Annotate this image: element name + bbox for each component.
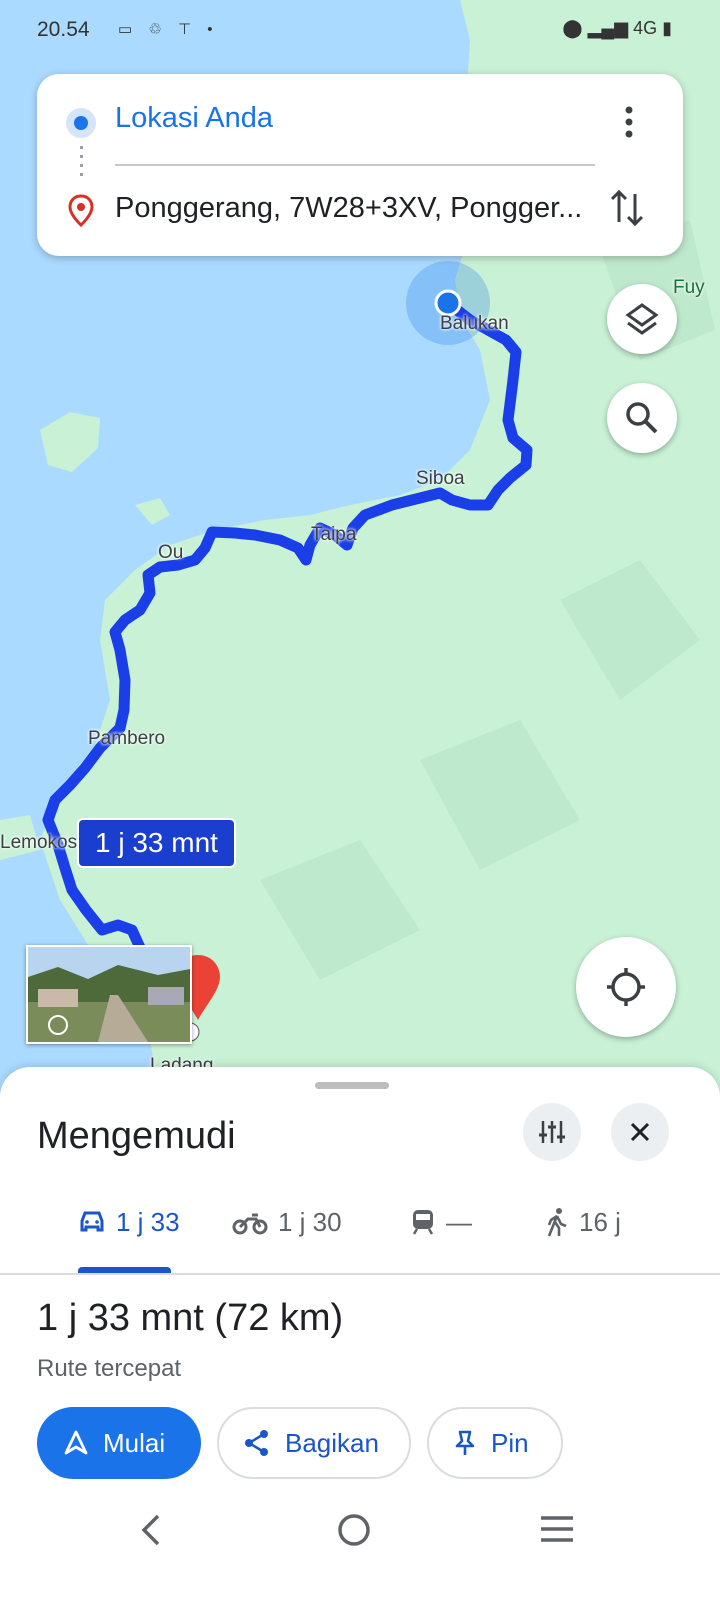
destination-field[interactable]: Ponggerang, 7W28+3XV, Pongger... [115, 192, 585, 225]
eta-badge[interactable]: 1 j 33 mnt [77, 818, 236, 868]
more-options-icon[interactable] [614, 102, 644, 142]
tab-transit-label: — [446, 1207, 472, 1237]
navigation-arrow-icon [64, 1430, 88, 1455]
status-time: 20.54 [37, 18, 90, 41]
origin-field[interactable]: Lokasi Anda [115, 102, 273, 135]
map-label-lemokos: Lemokos [0, 832, 78, 853]
share-icon [245, 1430, 268, 1456]
search-icon [626, 402, 658, 434]
notification-icons: ▭ ♲ ⊤ • [118, 21, 219, 38]
map-label-taipa: Taipa [311, 524, 357, 545]
battery-icon: ▮ [662, 18, 672, 38]
tab-transit[interactable]: — [410, 1207, 472, 1267]
signal-icon: ▂▄▆ [587, 18, 629, 38]
system-navigation-bar [0, 1500, 720, 1600]
car-icon [80, 1211, 104, 1232]
divider [115, 164, 595, 166]
travel-mode-tabs: 1 j 33 1 j 30 — 16 j [0, 1187, 720, 1275]
share-button-label: Bagikan [285, 1427, 379, 1458]
motorcycle-icon [232, 1213, 268, 1235]
tab-motorcycle-label: 1 j 30 [278, 1207, 342, 1237]
network-type: 4G [633, 18, 658, 38]
pin-button-label: Pin [491, 1427, 529, 1458]
map-label-pambero: Pambero [88, 728, 166, 749]
route-options-button[interactable] [523, 1103, 581, 1161]
start-button[interactable]: Mulai [37, 1407, 201, 1479]
share-button[interactable]: Bagikan [217, 1407, 411, 1479]
location-status-icon: ⬤ [562, 18, 583, 38]
tab-walking-label: 16 j [579, 1207, 621, 1237]
route-dots-icon [80, 146, 83, 182]
search-along-route-button[interactable] [607, 383, 677, 453]
route-subtitle: Rute tercepat [37, 1355, 182, 1382]
pin-button[interactable]: Pin [427, 1407, 563, 1479]
my-location-icon [607, 968, 645, 1006]
home-icon[interactable] [336, 1512, 372, 1548]
recents-icon[interactable] [539, 1514, 575, 1544]
tab-driving[interactable]: 1 j 33 [78, 1207, 180, 1267]
walk-icon [547, 1208, 567, 1237]
pin-icon [455, 1430, 475, 1455]
status-icons: ⬤ ▂▄▆ 4G ▮ [562, 18, 672, 39]
directions-card: Lokasi Anda Ponggerang, 7W28+3XV, Pongge… [37, 74, 683, 256]
layers-icon [625, 303, 659, 335]
origin-dot-icon [66, 108, 96, 138]
transit-icon [412, 1210, 434, 1235]
close-icon [630, 1122, 650, 1142]
map-label-balukan: Balukan [440, 313, 509, 334]
map-label-ou: Ou [158, 542, 184, 563]
start-button-label: Mulai [103, 1427, 166, 1458]
layers-button[interactable] [607, 284, 677, 354]
current-location-dot [434, 289, 462, 317]
sheet-drag-handle[interactable] [315, 1082, 389, 1089]
map-label-fuy: Fuy [673, 277, 705, 298]
close-button[interactable] [611, 1103, 669, 1161]
street-view-thumbnail[interactable] [26, 945, 192, 1044]
map-label-siboa: Siboa [416, 468, 465, 489]
destination-marker-icon [68, 194, 94, 228]
my-location-button[interactable] [576, 937, 676, 1037]
tune-icon [539, 1121, 565, 1143]
tab-driving-label: 1 j 33 [116, 1207, 180, 1237]
tab-motorcycle[interactable]: 1 j 30 [232, 1207, 342, 1267]
travel-mode-title: Mengemudi [37, 1115, 236, 1157]
active-tab-indicator [78, 1267, 171, 1273]
route-duration: 1 j 33 mnt (72 km) [37, 1297, 344, 1339]
swap-icon[interactable] [607, 186, 647, 230]
status-bar: 20.54 ▭ ♲ ⊤ • ⬤ ▂▄▆ 4G ▮ [0, 0, 720, 60]
tab-walking[interactable]: 16 j [545, 1207, 621, 1267]
back-icon[interactable] [138, 1512, 164, 1548]
